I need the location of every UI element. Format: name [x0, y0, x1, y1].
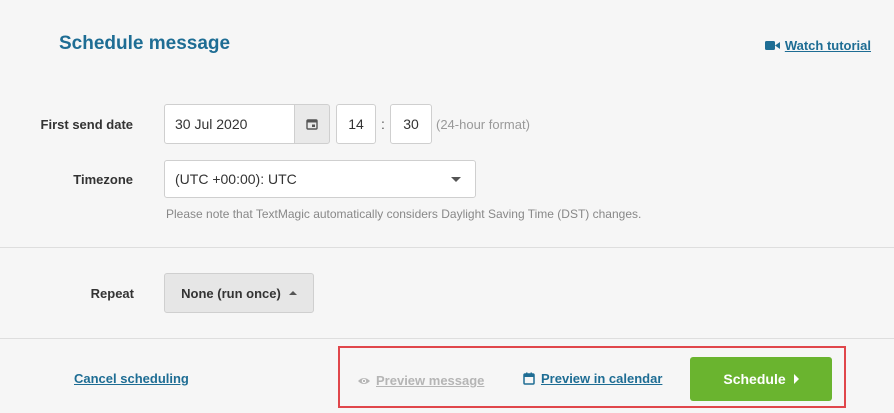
time-format-hint: (24-hour format) — [436, 117, 530, 132]
repeat-dropdown-button[interactable]: None (run once) — [164, 273, 314, 313]
preview-calendar-label: Preview in calendar — [541, 371, 663, 386]
video-camera-icon — [764, 41, 780, 50]
repeat-value: None (run once) — [181, 285, 281, 301]
hour-input[interactable]: 14 — [336, 104, 376, 144]
watch-tutorial-label: Watch tutorial — [784, 38, 871, 53]
cancel-scheduling-link[interactable]: Cancel scheduling — [74, 371, 189, 386]
calendar-icon — [306, 119, 318, 130]
timezone-value: (UTC +00:00): UTC — [175, 171, 297, 187]
repeat-label: Repeat — [90, 286, 134, 301]
eye-icon — [358, 377, 370, 384]
preview-calendar-link[interactable]: Preview in calendar — [523, 371, 662, 386]
chevron-down-icon — [451, 176, 461, 182]
minute-value: 30 — [403, 116, 419, 132]
footer-divider — [0, 338, 894, 339]
dst-note: Please note that TextMagic automatically… — [166, 207, 642, 221]
page-title: Schedule message — [59, 33, 231, 54]
schedule-label: Schedule — [723, 371, 786, 387]
minute-input[interactable]: 30 — [390, 104, 432, 144]
date-picker-button[interactable] — [294, 104, 330, 144]
send-date-input[interactable]: 30 Jul 2020 — [164, 104, 295, 144]
hour-value: 14 — [348, 116, 364, 132]
preview-message-link[interactable]: Preview message — [357, 373, 484, 388]
first-send-date-label: First send date — [40, 117, 133, 132]
caret-up-icon — [288, 291, 297, 295]
timezone-select[interactable]: (UTC +00:00): UTC — [164, 160, 476, 198]
preview-message-label: Preview message — [376, 373, 485, 388]
send-date-value: 30 Jul 2020 — [175, 116, 248, 132]
schedule-button[interactable]: Schedule — [690, 357, 832, 401]
watch-tutorial-link[interactable]: Watch tutorial — [764, 38, 871, 53]
calendar-icon — [523, 372, 535, 385]
caret-right-icon — [793, 374, 799, 384]
time-separator: : — [381, 116, 385, 132]
section-divider — [0, 247, 894, 248]
timezone-label: Timezone — [73, 172, 133, 187]
